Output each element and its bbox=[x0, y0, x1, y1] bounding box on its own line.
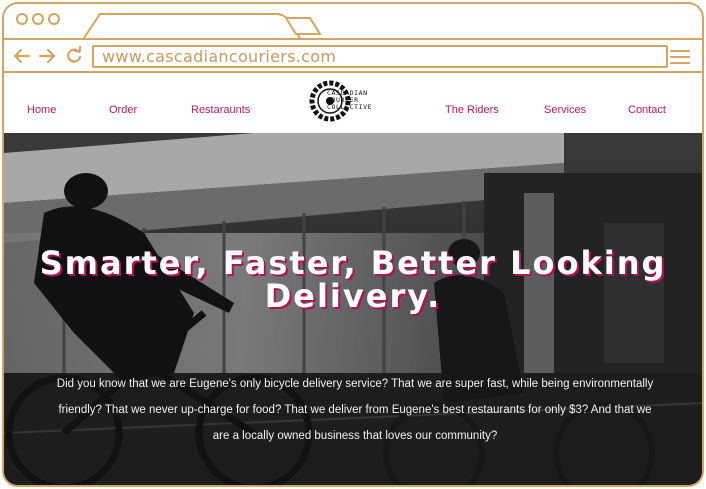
nav-services[interactable]: Services bbox=[544, 104, 586, 116]
hero-headline-line-2: Delivery. bbox=[264, 277, 442, 315]
new-tab-icon bbox=[284, 17, 322, 35]
window-minimize-dot[interactable] bbox=[32, 13, 44, 25]
window-maximize-dot[interactable] bbox=[48, 13, 60, 25]
site-navigation: Home Order Restaraunts CASCADIAN COURIER… bbox=[4, 73, 702, 133]
nav-restaurants[interactable]: Restaraunts bbox=[191, 104, 250, 116]
nav-home[interactable]: Home bbox=[27, 104, 56, 116]
browser-titlebar bbox=[4, 4, 702, 38]
window-close-dot[interactable] bbox=[16, 13, 28, 25]
forward-arrow-icon[interactable] bbox=[37, 46, 57, 66]
nav-contact[interactable]: Contact bbox=[628, 104, 666, 116]
nav-the-riders[interactable]: The Riders bbox=[445, 104, 499, 116]
nav-order[interactable]: Order bbox=[109, 104, 137, 116]
hamburger-menu-icon[interactable] bbox=[670, 49, 690, 65]
browser-window: www.cascadiancouriers.com Home Order Res… bbox=[2, 2, 704, 487]
hero-headline-line-1: Smarter, Faster, Better Looking bbox=[39, 244, 667, 282]
hero-headline: Smarter, Faster, Better Looking Delivery… bbox=[4, 247, 702, 313]
address-bar[interactable]: www.cascadiancouriers.com bbox=[92, 45, 668, 68]
hero-description: Did you know that we are Eugene's only b… bbox=[56, 378, 654, 442]
browser-toolbar: www.cascadiancouriers.com bbox=[4, 38, 702, 73]
logo-wordmark: CASCADIAN COURIER COLLECTIVE bbox=[327, 90, 372, 111]
browser-tab[interactable] bbox=[4, 4, 704, 38]
reload-icon[interactable] bbox=[64, 46, 84, 66]
logo-line-3: COLLECTIVE bbox=[327, 103, 373, 111]
site-logo[interactable]: CASCADIAN COURIER COLLECTIVE bbox=[308, 79, 378, 123]
back-arrow-icon[interactable] bbox=[12, 46, 32, 66]
hero-banner: Smarter, Faster, Better Looking Delivery… bbox=[4, 133, 702, 485]
